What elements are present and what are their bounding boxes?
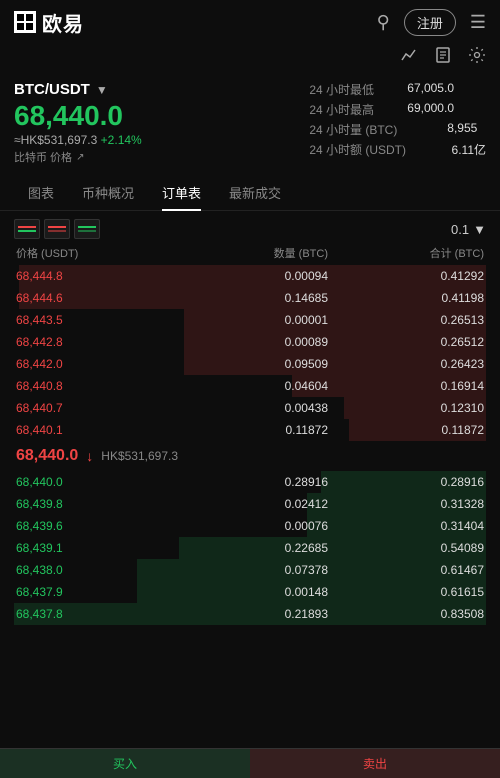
chart-line-icon[interactable] [400, 46, 418, 69]
pair-chevron-icon[interactable]: ▼ [96, 83, 108, 97]
footer-bar: 买入 卖出 [0, 748, 500, 778]
register-button[interactable]: 注册 [404, 9, 456, 36]
bid-row[interactable]: 68,439.8 0.02412 0.31328 [14, 493, 486, 515]
tab-overview[interactable]: 币种概况 [68, 175, 148, 210]
gear-icon[interactable] [468, 46, 486, 69]
menu-icon[interactable]: ☰ [470, 12, 486, 33]
logo-text: 欧易 [42, 8, 84, 37]
ask-row[interactable]: 68,442.0 0.09509 0.26423 [14, 353, 486, 375]
ask-row[interactable]: 68,444.6 0.14685 0.41198 [14, 287, 486, 309]
ask-row[interactable]: 68,440.1 0.11872 0.11872 [14, 419, 486, 441]
bid-row[interactable]: 68,437.8 0.21893 0.83508 [14, 603, 486, 625]
bid-row[interactable]: 68,440.0 0.28916 0.28916 [14, 471, 486, 493]
ob-view-icons [14, 219, 100, 239]
logo-icon [14, 11, 36, 33]
stat-row: 24 小时量 (BTC)8,955 [309, 121, 486, 138]
stat-row: 24 小时最低67,005.0 [309, 81, 486, 98]
decimals-chevron-icon: ▼ [473, 222, 486, 237]
pair-price: 68,440.0 [14, 100, 142, 132]
stat-row: 24 小时额 (USDT)6.11亿 [309, 141, 486, 158]
document-icon[interactable] [434, 46, 452, 69]
ask-row[interactable]: 68,443.5 0.00001 0.26513 [14, 309, 486, 331]
tabs: 图表 币种概况 订单表 最新成交 [0, 175, 500, 211]
ask-row[interactable]: 68,440.8 0.04604 0.16914 [14, 375, 486, 397]
bid-row[interactable]: 68,437.9 0.00148 0.61615 [14, 581, 486, 603]
pair-hk-price: ≈HK$531,697.3 +2.14% [14, 133, 142, 147]
ask-row[interactable]: 68,440.7 0.00438 0.12310 [14, 397, 486, 419]
bid-row[interactable]: 68,439.6 0.00076 0.31404 [14, 515, 486, 537]
buy-button[interactable]: 买入 [0, 749, 250, 778]
search-icon[interactable]: ⚲ [377, 12, 390, 33]
ob-header: 价格 (USDT) 数量 (BTC) 合计 (BTC) [14, 245, 486, 261]
bid-row[interactable]: 68,439.1 0.22685 0.54089 [14, 537, 486, 559]
orderbook: 0.1 ▼ 价格 (USDT) 数量 (BTC) 合计 (BTC) 68,444… [0, 211, 500, 633]
stat-row: 24 小时最高69,000.0 [309, 101, 486, 118]
mid-arrow-icon: ↓ [86, 448, 93, 464]
header: 欧易 ⚲ 注册 ☰ [0, 0, 500, 44]
pair-label: 比特币 价格 ↗ [14, 149, 142, 165]
asks-list: 68,444.8 0.00094 0.41292 68,444.6 0.1468… [14, 265, 486, 441]
external-link-icon[interactable]: ↗ [76, 152, 84, 163]
ob-decimals[interactable]: 0.1 ▼ [451, 222, 486, 237]
ob-mid-price: 68,440.0 ↓ HK$531,697.3 [14, 441, 486, 471]
sell-button[interactable]: 卖出 [250, 749, 500, 778]
tab-orderbook[interactable]: 订单表 [148, 175, 215, 210]
pair-left: BTC/USDT ▼ 68,440.0 ≈HK$531,697.3 +2.14%… [14, 81, 142, 165]
pair-section: BTC/USDT ▼ 68,440.0 ≈HK$531,697.3 +2.14%… [0, 75, 500, 175]
pair-name: BTC/USDT ▼ [14, 81, 142, 98]
ask-row[interactable]: 68,444.8 0.00094 0.41292 [14, 265, 486, 287]
bids-list: 68,440.0 0.28916 0.28916 68,439.8 0.0241… [14, 471, 486, 625]
bid-row[interactable]: 68,438.0 0.07378 0.61467 [14, 559, 486, 581]
sub-header [0, 44, 500, 75]
logo-area: 欧易 [14, 8, 84, 37]
ob-view-asks[interactable] [44, 219, 70, 239]
header-icons: ⚲ 注册 ☰ [377, 9, 486, 36]
tab-trades[interactable]: 最新成交 [215, 175, 295, 210]
ob-toolbar: 0.1 ▼ [14, 219, 486, 239]
pair-stats: 24 小时最低67,005.0 24 小时最高69,000.0 24 小时量 (BT… [309, 81, 486, 158]
ob-view-bids[interactable] [74, 219, 100, 239]
ob-view-both[interactable] [14, 219, 40, 239]
ask-row[interactable]: 68,442.8 0.00089 0.26512 [14, 331, 486, 353]
pair-change: +2.14% [101, 133, 142, 147]
tab-chart[interactable]: 图表 [14, 175, 68, 210]
